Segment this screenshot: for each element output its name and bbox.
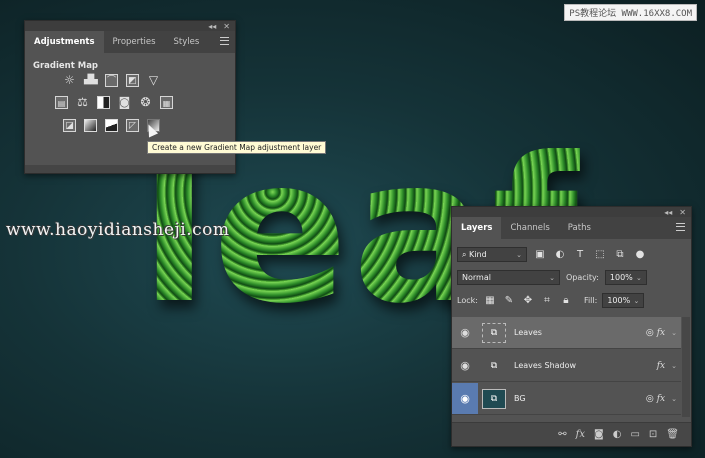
collapse-icon[interactable]: ◂◂	[208, 22, 216, 31]
lock-paint-icon[interactable]: ✎	[502, 295, 516, 306]
layer-thumbnail: ⧉	[490, 360, 498, 371]
lock-artboard-icon[interactable]: ⌗	[540, 295, 554, 306]
chevron-down-icon: ⌄	[636, 273, 642, 282]
tab-properties[interactable]: Properties	[104, 31, 165, 53]
search-icon: ⌕	[462, 249, 467, 259]
visibility-eye-icon[interactable]: ◉	[452, 359, 478, 372]
panel-topbar: ◂◂ ✕	[25, 21, 235, 31]
chevron-down-icon: ⌄	[549, 273, 555, 282]
threshold-icon[interactable]	[105, 119, 118, 132]
layer-row-leaves[interactable]: ◉ ⧉ Leaves ◎ fx ⌄	[452, 317, 681, 349]
vibrance-icon[interactable]: ▽	[147, 74, 160, 87]
adjustment-row-1: ☼ ▟▙ ⌒ ◩ ▽	[63, 74, 160, 87]
lock-all-icon[interactable]: 🔒︎	[559, 295, 573, 306]
adjustments-tabbar: Adjustments Properties Styles	[25, 31, 235, 53]
layers-scrollbar[interactable]	[682, 317, 690, 417]
exposure-icon[interactable]: ◩	[126, 74, 139, 87]
close-icon[interactable]: ✕	[679, 208, 686, 217]
posterize-icon[interactable]	[84, 119, 97, 132]
curves-icon[interactable]: ⌒	[105, 74, 118, 87]
panel-topbar: ◂◂ ✕	[452, 207, 691, 217]
hue-saturation-icon[interactable]: ▤	[55, 96, 68, 109]
chevron-down-icon[interactable]: ⌄	[671, 362, 677, 370]
lock-position-icon[interactable]: ✥	[521, 295, 535, 306]
blend-row: Normal ⌄ Opacity: 100% ⌄	[452, 270, 691, 285]
tab-adjustments[interactable]: Adjustments	[25, 31, 104, 53]
layer-name: BG	[514, 394, 526, 403]
layer-row-bg[interactable]: ◉ ⧉ BG ◎ fx ⌄	[452, 383, 681, 415]
new-layer-icon[interactable]: ⊡	[649, 429, 657, 440]
color-lookup-icon[interactable]: ▦	[160, 96, 173, 109]
layer-row-leaves-shadow[interactable]: ◉ ⧉ Leaves Shadow fx ⌄	[452, 350, 681, 382]
link-icon[interactable]: ⚯	[558, 429, 566, 440]
section-title: Gradient Map	[33, 61, 99, 71]
channel-mixer-icon[interactable]: ❂	[139, 96, 152, 109]
blend-mode-dropdown[interactable]: Normal ⌄	[457, 270, 560, 285]
chevron-down-icon: ⌄	[516, 250, 522, 259]
blend-mode-value: Normal	[462, 273, 491, 282]
panel-footer	[25, 165, 235, 173]
fill-label: Fill:	[583, 296, 598, 305]
layers-panel: ◂◂ ✕ Layers Channels Paths ⌕ Kind ⌄ ▣ ◐ …	[451, 206, 692, 447]
layer-name: Leaves Shadow	[514, 361, 577, 370]
adjustment-row-2: ▤ ⚖ ◙ ❂ ▦	[55, 96, 173, 109]
brightness-contrast-icon[interactable]: ☼	[63, 74, 76, 87]
filter-toggle-icon[interactable]: ●	[633, 249, 647, 260]
collapse-icon[interactable]: ◂◂	[664, 208, 672, 217]
filter-adjustment-icon[interactable]: ◐	[553, 249, 567, 260]
adjustment-icon[interactable]: ◐	[613, 429, 622, 440]
selective-color-icon[interactable]: ◸	[126, 119, 139, 132]
chevron-down-icon[interactable]: ⌄	[671, 395, 677, 403]
black-white-icon[interactable]	[97, 96, 110, 109]
fx-icon[interactable]: fx	[576, 429, 585, 440]
layers-bottom-toolbar: ⚯ fx ◙ ◐ ▭ ⊡ 🗑︎	[452, 422, 691, 446]
filter-smart-object-icon[interactable]: ⧉	[613, 249, 627, 260]
layer-thumbnail: ⧉	[482, 322, 506, 343]
fx-icon[interactable]: fx	[657, 361, 665, 371]
filter-shape-icon[interactable]: ⬚	[593, 249, 607, 260]
fill-field[interactable]: 100% ⌄	[602, 293, 645, 308]
tab-channels[interactable]: Channels	[501, 217, 558, 239]
fill-value: 100%	[607, 296, 631, 305]
mask-icon[interactable]: ◙	[594, 429, 604, 440]
color-balance-icon[interactable]: ⚖	[76, 96, 89, 109]
tab-styles[interactable]: Styles	[165, 31, 209, 53]
layer-name: Leaves	[514, 328, 542, 337]
filter-kind-dropdown[interactable]: ⌕ Kind ⌄	[457, 247, 527, 262]
fx-icon[interactable]: fx	[657, 328, 665, 338]
lock-label: Lock:	[457, 296, 478, 305]
levels-icon[interactable]: ▟▙	[84, 74, 98, 87]
chevron-down-icon: ⌄	[633, 296, 640, 305]
watermark-site: www.haoyidiansheji.com	[6, 220, 230, 240]
layer-thumbnail: ⧉	[482, 388, 506, 409]
filter-kind-label: Kind	[469, 249, 487, 259]
filter-type-icon[interactable]: T	[573, 249, 587, 260]
layer-effects-badge-icon: ◎	[645, 327, 654, 338]
panel-menu-icon[interactable]	[220, 37, 229, 45]
close-icon[interactable]: ✕	[223, 22, 230, 31]
opacity-label: Opacity:	[566, 273, 599, 282]
layer-effects-badge-icon: ◎	[645, 393, 654, 404]
trash-icon[interactable]: 🗑︎	[666, 429, 679, 440]
filter-row: ⌕ Kind ⌄ ▣ ◐ T ⬚ ⧉ ●	[452, 247, 691, 262]
invert-icon[interactable]: ◪	[63, 119, 76, 132]
folder-icon[interactable]: ▭	[630, 429, 639, 440]
layers-tabbar: Layers Channels Paths	[452, 217, 691, 239]
chevron-down-icon[interactable]: ⌄	[671, 329, 677, 337]
watermark-top: PS教程论坛 WWW.16XX8.COM	[564, 4, 697, 21]
lock-transparent-icon[interactable]: ▦	[483, 295, 497, 306]
opacity-value: 100%	[609, 273, 633, 282]
tab-paths[interactable]: Paths	[559, 217, 600, 239]
photo-filter-icon[interactable]: ◙	[118, 96, 131, 109]
filter-pixel-icon[interactable]: ▣	[533, 249, 547, 260]
visibility-eye-icon[interactable]: ◉	[452, 326, 478, 339]
opacity-field[interactable]: 100% ⌄	[604, 270, 647, 285]
fx-icon[interactable]: fx	[657, 394, 665, 404]
lock-row: Lock: ▦ ✎ ✥ ⌗ 🔒︎ Fill: 100% ⌄	[452, 293, 691, 308]
visibility-eye-icon[interactable]: ◉	[452, 383, 478, 414]
panel-menu-icon[interactable]	[676, 223, 685, 231]
gradient-map-tooltip: Create a new Gradient Map adjustment lay…	[147, 141, 327, 154]
tab-layers[interactable]: Layers	[452, 217, 502, 239]
